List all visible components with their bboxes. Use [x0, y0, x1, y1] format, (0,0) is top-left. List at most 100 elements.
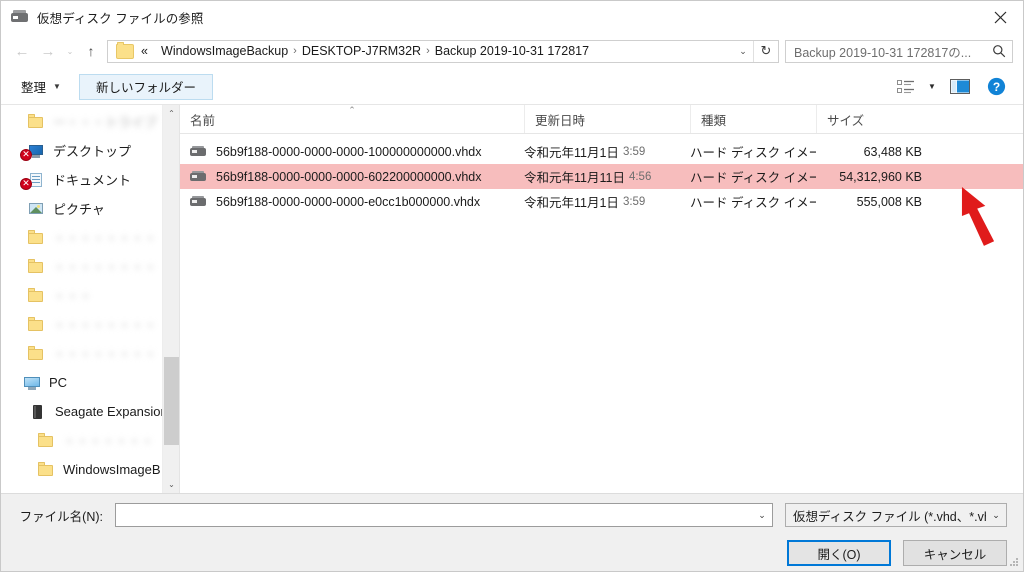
sidebar-item-5[interactable]: ・・・・・・・・・ [1, 252, 162, 281]
navigation-sidebar: ー・・・トライブ ✕ デスクトップ ✕ ドキュメント ピクチャ ・・・・・・・・… [1, 105, 179, 493]
sidebar-item-windowsimagebackup[interactable]: WindowsImageB [1, 455, 162, 484]
sidebar-item-label: ー・・・トライブ [53, 112, 157, 131]
organize-label: 整理 [21, 81, 47, 95]
command-toolbar: 整理 ▼ 新しいフォルダー ▼ ? [1, 69, 1023, 105]
file-date-label: 令和元年11月11日 [524, 171, 625, 185]
hard-disk-icon [11, 9, 29, 25]
address-dropdown-caret-icon[interactable]: ⌄ [733, 46, 753, 57]
cancel-button[interactable]: キャンセル [903, 540, 1007, 566]
breadcrumb-separator: › [293, 45, 297, 57]
organize-button[interactable]: 整理 ▼ [15, 75, 67, 99]
chevron-down-icon[interactable]: ⌄ [986, 510, 1006, 521]
file-type-filter-select[interactable]: 仮想ディスク ファイル (*.vhd、*.vhc ⌄ [785, 503, 1007, 527]
column-header-size[interactable]: サイズ [816, 105, 934, 133]
sort-ascending-icon: ⌃ [348, 105, 356, 115]
up-button[interactable]: ↑ [79, 38, 103, 64]
list-view-icon[interactable] [891, 74, 921, 100]
filename-input[interactable]: ⌄ [115, 503, 773, 527]
sidebar-item-0[interactable]: ー・・・トライブ [1, 107, 162, 136]
file-name-cell: 56b9f188-0000-0000-0000-602200000000.vhd… [180, 164, 524, 189]
pc-icon [23, 375, 41, 391]
sidebar-item-4[interactable]: ・・・・・・・・・・ [1, 223, 162, 252]
sidebar-item-pictures[interactable]: ピクチャ [1, 194, 162, 223]
folder-icon [27, 229, 45, 246]
folder-icon [27, 287, 45, 304]
refresh-button[interactable]: ↻ [754, 41, 778, 62]
file-date-label: 令和元年11月1日 [524, 146, 619, 160]
sidebar-item-seagate-expansion[interactable]: Seagate Expansion [1, 397, 162, 426]
sidebar-item-label: WindowsImageB [63, 462, 161, 477]
address-bar[interactable]: « WindowsImageBackup › DESKTOP-J7RM32R ›… [107, 39, 779, 63]
sidebar-item-documents[interactable]: ✕ ドキュメント [1, 165, 162, 194]
file-name-label: 56b9f188-0000-0000-0000-602200000000.vhd… [216, 169, 482, 184]
drive-icon [29, 404, 47, 420]
button-row: 開く(O) キャンセル [17, 536, 1007, 570]
file-rows: 56b9f188-0000-0000-0000-100000000000.vhd… [180, 134, 1023, 493]
column-header-name[interactable]: 名前 ⌃ [180, 105, 524, 133]
column-header-date[interactable]: 更新日時 [524, 105, 690, 133]
scroll-down-icon[interactable]: ⌄ [163, 476, 179, 493]
preview-pane-icon[interactable] [943, 74, 977, 100]
table-row[interactable]: 56b9f188-0000-0000-0000-e0cc1b000000.vhd… [180, 189, 1023, 214]
file-name-label: 56b9f188-0000-0000-0000-e0cc1b000000.vhd… [216, 194, 481, 209]
column-header-row: 名前 ⌃ 更新日時 種類 サイズ [180, 105, 1023, 134]
file-list-pane: 名前 ⌃ 更新日時 種類 サイズ 56b9f188-0000-0000-0000… [179, 105, 1023, 493]
sidebar-item-label: Seagate Expansion [55, 404, 162, 419]
folder-icon [37, 461, 55, 478]
sidebar-item-8[interactable]: ・・・・・・・・ [1, 339, 162, 368]
file-type-cell: ハード ディスク イメー... [690, 171, 816, 185]
file-type-cell: ハード ディスク イメー... [690, 146, 816, 160]
folder-icon [27, 258, 45, 275]
scrollbar-thumb[interactable] [164, 357, 179, 445]
desktop-icon: ✕ [20, 143, 45, 161]
filename-label: ファイル名(N): [19, 509, 103, 524]
chevron-down-icon[interactable]: ⌄ [752, 510, 772, 521]
file-date-label: 令和元年11月1日 [524, 196, 619, 210]
table-row[interactable]: 56b9f188-0000-0000-0000-100000000000.vhd… [180, 139, 1023, 164]
breadcrumb-item-2[interactable]: Backup 2019-10-31 172817 [435, 44, 589, 58]
sidebar-scrollbar[interactable]: ⌃ ⌄ [162, 105, 179, 493]
sidebar-item-7[interactable]: ・・・・・・・・ [1, 310, 162, 339]
dialog-footer: ファイル名(N): ⌄ 仮想ディスク ファイル (*.vhd、*.vhc ⌄ 開… [1, 493, 1023, 571]
help-icon[interactable]: ? [979, 74, 1013, 100]
back-button[interactable]: ← [9, 38, 35, 64]
recent-locations-caret-icon[interactable]: ⌄ [61, 38, 79, 64]
folder-icon [27, 316, 45, 333]
file-date-cell: 令和元年11月11日 4:56 [524, 164, 690, 189]
sidebar-item-6[interactable]: ・・・ [1, 281, 162, 310]
folder-icon [27, 345, 45, 362]
folder-icon [116, 41, 134, 59]
open-button[interactable]: 開く(O) [787, 540, 891, 566]
folder-icon [37, 432, 55, 449]
breadcrumb-prefix: « [141, 44, 148, 58]
close-button[interactable] [977, 1, 1023, 33]
sidebar-item-11[interactable]: ・・・・・・・ [1, 426, 162, 455]
breadcrumb-item-0[interactable]: WindowsImageBackup [161, 44, 288, 58]
resize-grip[interactable] [1009, 558, 1019, 568]
sidebar-item-desktop[interactable]: ✕ デスクトップ [1, 136, 162, 165]
scroll-up-icon[interactable]: ⌃ [163, 105, 179, 122]
column-header-type[interactable]: 種類 [690, 105, 816, 133]
breadcrumb-item-1[interactable]: DESKTOP-J7RM32R [302, 44, 421, 58]
file-name-label: 56b9f188-0000-0000-0000-100000000000.vhd… [216, 144, 482, 159]
new-folder-button[interactable]: 新しいフォルダー [78, 73, 213, 100]
breadcrumb: « WindowsImageBackup › DESKTOP-J7RM32R ›… [141, 44, 733, 58]
search-box[interactable]: Backup 2019-10-31 172817の... [785, 39, 1013, 63]
table-row[interactable]: 56b9f188-0000-0000-0000-602200000000.vhd… [180, 164, 1023, 189]
view-options-caret-icon[interactable]: ▼ [923, 74, 941, 100]
file-name-cell: 56b9f188-0000-0000-0000-100000000000.vhd… [180, 139, 524, 164]
sidebar-item-label: ・・・・・・・・ [53, 315, 157, 334]
search-icon [986, 44, 1012, 58]
sidebar-item-label: ・・・・・・・・・ [53, 257, 162, 276]
document-icon: ✕ [20, 172, 45, 190]
sidebar-item-label: ドキュメント [53, 173, 132, 188]
column-header-name-label: 名前 [190, 113, 216, 128]
forward-button[interactable]: → [35, 38, 61, 64]
sidebar-item-pc[interactable]: PC [1, 368, 162, 397]
toolbar-right-group: ▼ ? [891, 74, 1013, 100]
search-input[interactable]: Backup 2019-10-31 172817の... [786, 42, 986, 61]
error-badge-icon: ✕ [20, 148, 32, 161]
sidebar-item-label: ・・・・・・・ [63, 431, 154, 450]
file-type-filter-value: 仮想ディスク ファイル (*.vhd、*.vhc [793, 509, 986, 524]
file-size-cell: 54,312,960 KB [839, 169, 922, 184]
